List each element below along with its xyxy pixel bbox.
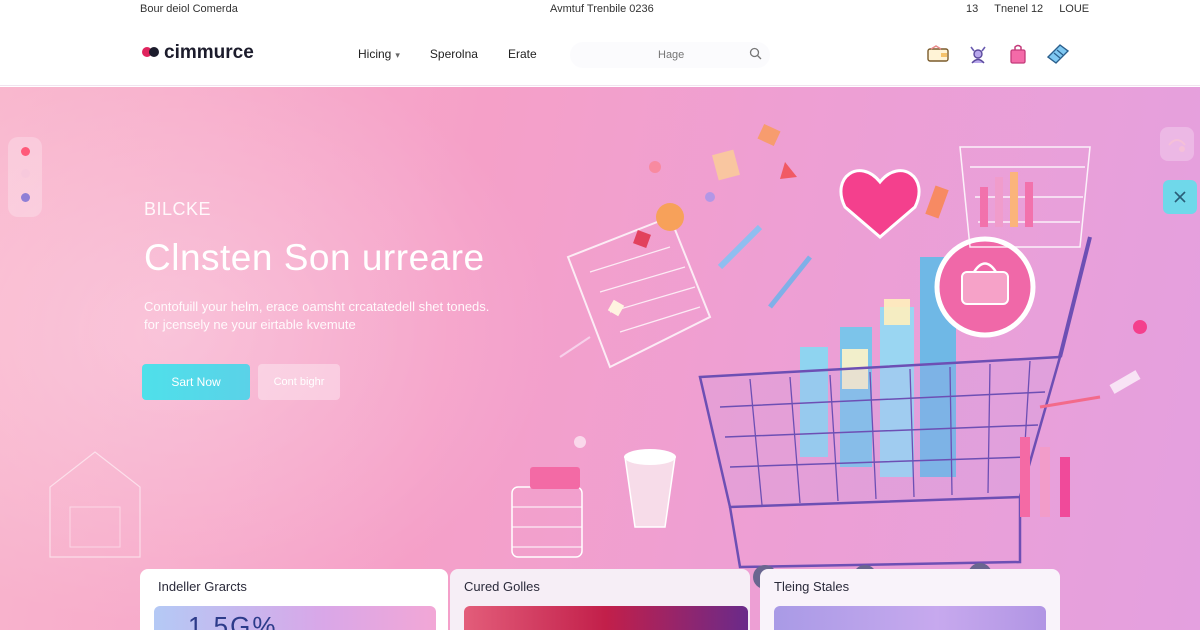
card-title: Cured Golles bbox=[464, 579, 540, 594]
utility-bar: Bour deiol Comerda Avmtuf Trenbile 0236 … bbox=[0, 0, 1200, 20]
slide-dot[interactable] bbox=[21, 193, 30, 202]
utility-item-login[interactable]: LOUE bbox=[1059, 3, 1089, 15]
heart-illustration bbox=[839, 169, 921, 239]
utility-center-text: Avmtuf Trenbile 0236 bbox=[550, 3, 654, 15]
chevron-down-icon: ▾ bbox=[395, 50, 400, 60]
card-title: Indeller Grarcts bbox=[158, 579, 247, 594]
slide-dot[interactable] bbox=[21, 147, 30, 156]
card-stat: 1 5G% bbox=[188, 611, 278, 630]
utility-item-count[interactable]: 13 bbox=[966, 3, 978, 15]
cup-illustration bbox=[624, 449, 676, 528]
contact-button[interactable]: Cont bighr bbox=[258, 364, 340, 400]
feature-card[interactable]: Tleing Stales bbox=[760, 569, 1060, 630]
search-bar bbox=[570, 42, 770, 68]
user-icon[interactable] bbox=[966, 42, 990, 66]
search-input[interactable] bbox=[570, 42, 740, 68]
cart-icon[interactable] bbox=[1046, 42, 1070, 66]
hero-title: Clnsten Son urreare bbox=[144, 237, 485, 278]
feature-cards: Indeller Grarcts 1 5G% Cured Golles Tlei… bbox=[140, 569, 1060, 630]
search-icon[interactable] bbox=[749, 47, 762, 60]
slide-dot[interactable] bbox=[21, 169, 30, 178]
logo[interactable]: cimmurce bbox=[142, 42, 254, 64]
nav-item-label: Hicing bbox=[358, 47, 392, 61]
hero-description-line-1: Contofuill your helm, erace oamsht crcat… bbox=[144, 299, 490, 314]
header-icons bbox=[926, 42, 1070, 66]
wallet-icon[interactable] bbox=[926, 42, 950, 66]
site-header: cimmurce Hicing ▾ Sperolna Erate bbox=[0, 20, 1200, 86]
bag-badge-illustration bbox=[934, 236, 1036, 338]
card-title: Tleing Stales bbox=[774, 579, 850, 594]
main-nav: Hicing ▾ Sperolna Erate bbox=[358, 47, 537, 61]
hero-eyebrow: BILCKE bbox=[144, 199, 212, 219]
mini-basket-illustration bbox=[511, 467, 583, 558]
crate-illustration bbox=[959, 146, 1091, 248]
logo-mark-icon bbox=[142, 45, 162, 61]
utility-right-group: 13 Tnenel 12 LOUE bbox=[966, 3, 1089, 15]
nav-item-label: Erate bbox=[507, 47, 537, 61]
utility-item-channel[interactable]: Tnenel 12 bbox=[994, 3, 1043, 15]
hero-description: Contofuill your helm, erace oamsht crcat… bbox=[144, 298, 524, 334]
decorative-outline-icon bbox=[49, 451, 141, 558]
slide-indicator bbox=[8, 137, 42, 217]
card-image bbox=[774, 606, 1046, 630]
hero-description-line-2: for jcensely ne your eirtable kvemute bbox=[144, 317, 356, 332]
feature-card[interactable]: Indeller Grarcts 1 5G% bbox=[140, 569, 448, 630]
bag-icon[interactable] bbox=[1006, 42, 1030, 66]
start-now-button[interactable]: Sart Now bbox=[142, 364, 250, 400]
nav-item-label: Sperolna bbox=[429, 47, 478, 61]
logo-text: cimmurce bbox=[164, 42, 254, 63]
card-image bbox=[464, 606, 748, 630]
nav-item-sperolna[interactable]: Sperolna bbox=[430, 47, 478, 61]
shopping-cart-illustration bbox=[511, 123, 1147, 589]
nav-item-erate[interactable]: Erate bbox=[508, 47, 537, 61]
hero-section: BILCKE Clnsten Son urreare Contofuill yo… bbox=[0, 87, 1200, 630]
utility-left-text: Bour deiol Comerda bbox=[140, 3, 238, 15]
nav-item-hicing[interactable]: Hicing ▾ bbox=[358, 47, 400, 61]
feature-card[interactable]: Cured Golles bbox=[450, 569, 750, 630]
